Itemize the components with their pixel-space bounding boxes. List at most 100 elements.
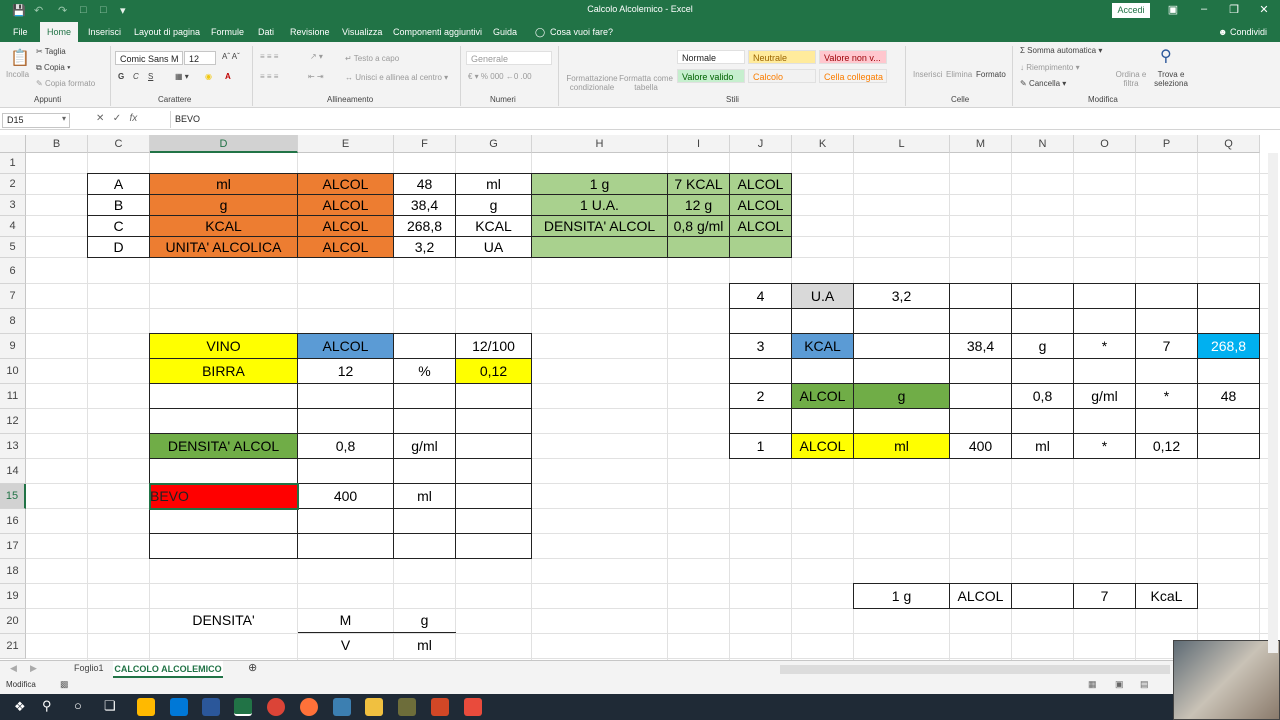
- cell-m19[interactable]: ALCOL: [949, 583, 1012, 609]
- cell-e11[interactable]: [297, 383, 394, 409]
- row-header-13[interactable]: 13: [0, 434, 26, 459]
- cell-e10[interactable]: 12: [297, 358, 394, 384]
- cell-e21[interactable]: V: [297, 633, 394, 659]
- add-sheet-icon[interactable]: ⊕: [248, 661, 257, 674]
- cell-h5[interactable]: [531, 236, 668, 258]
- tab-inserisci[interactable]: Inserisci: [88, 27, 121, 37]
- cell-o7[interactable]: [1073, 283, 1136, 309]
- cell-m11[interactable]: [949, 383, 1012, 409]
- grow-font-icon[interactable]: Aˆ Aˇ: [222, 52, 240, 61]
- row-header-12[interactable]: 12: [0, 409, 26, 434]
- cell-d14[interactable]: [149, 458, 298, 484]
- cell-f15[interactable]: ml: [393, 483, 456, 509]
- cell-i5[interactable]: [667, 236, 730, 258]
- align-left-icon[interactable]: ≡ ≡ ≡: [260, 72, 278, 81]
- cell-o10[interactable]: [1073, 358, 1136, 384]
- cell-g3[interactable]: g: [455, 194, 532, 216]
- search-taskbar-icon[interactable]: ⚲: [42, 698, 52, 714]
- cell-f2[interactable]: 48: [393, 173, 456, 195]
- cell-i2[interactable]: 7 KCAL: [667, 173, 730, 195]
- style-normale[interactable]: Normale: [677, 50, 745, 64]
- signin-button[interactable]: Accedi: [1112, 3, 1150, 18]
- cell-n9[interactable]: g: [1011, 333, 1074, 359]
- enter-icon[interactable]: ✓: [113, 113, 121, 124]
- row-header-11[interactable]: 11: [0, 384, 26, 409]
- wrap-text-button[interactable]: ↵ Testo a capo: [345, 54, 399, 63]
- cell-o19[interactable]: 7: [1073, 583, 1136, 609]
- cell-d20[interactable]: DENSITA': [149, 608, 298, 634]
- cell-c4[interactable]: C: [87, 215, 150, 237]
- cell-c3[interactable]: B: [87, 194, 150, 216]
- cell-k10[interactable]: [791, 358, 854, 384]
- font-size-select[interactable]: 12: [184, 51, 216, 65]
- cell-o11[interactable]: g/ml: [1073, 383, 1136, 409]
- cell-d12[interactable]: [149, 408, 298, 434]
- firefox-app-icon[interactable]: [300, 698, 318, 716]
- app-icon[interactable]: [333, 698, 351, 716]
- merge-center-button[interactable]: ↔ Unisci e allinea al centro ▾: [345, 73, 448, 82]
- column-header-g[interactable]: G: [456, 135, 532, 153]
- page-break-icon[interactable]: ▤: [1140, 679, 1149, 690]
- borders-icon[interactable]: ▦ ▾: [175, 72, 189, 81]
- mail-app-icon[interactable]: [170, 698, 188, 716]
- cell-p11[interactable]: *: [1135, 383, 1198, 409]
- cell-m8[interactable]: [949, 308, 1012, 334]
- tab-guida[interactable]: Guida: [493, 27, 517, 37]
- column-header-l[interactable]: L: [854, 135, 950, 153]
- cell-j13[interactable]: 1: [729, 433, 792, 459]
- chrome-app-icon[interactable]: [267, 698, 285, 716]
- normal-view-icon[interactable]: ▦: [1088, 679, 1097, 690]
- cell-e13[interactable]: 0,8: [297, 433, 394, 459]
- cell-j4[interactable]: ALCOL: [729, 215, 792, 237]
- spreadsheet-grid[interactable]: B C D E F G H I J K L M N O P Q 1 2 3 4 5 6 7 8 9 10 11 12 13 14 15 16 1…: [0, 135, 1268, 660]
- cell-l8[interactable]: [853, 308, 950, 334]
- cell-m7[interactable]: [949, 283, 1012, 309]
- cell-p7[interactable]: [1135, 283, 1198, 309]
- next-sheet-icon[interactable]: ▶: [30, 663, 37, 674]
- paste-button[interactable]: Incolla: [6, 70, 29, 79]
- cell-p12[interactable]: [1135, 408, 1198, 434]
- cell-l11[interactable]: g: [853, 383, 950, 409]
- bold-icon[interactable]: G: [118, 72, 124, 81]
- cortana-icon[interactable]: ○: [74, 698, 82, 713]
- page-layout-icon[interactable]: ▣: [1115, 679, 1124, 690]
- cell-l10[interactable]: [853, 358, 950, 384]
- style-neutrale[interactable]: Neutrale: [748, 50, 816, 64]
- app-icon[interactable]: [464, 698, 482, 716]
- cell-k8[interactable]: [791, 308, 854, 334]
- row-header-8[interactable]: 8: [0, 309, 26, 334]
- column-header-p[interactable]: P: [1136, 135, 1198, 153]
- row-header-3[interactable]: 3: [0, 195, 26, 216]
- row-header-5[interactable]: 5: [0, 237, 26, 258]
- orientation-icon[interactable]: ↗ ▾: [310, 52, 323, 61]
- cell-d10[interactable]: BIRRA: [149, 358, 298, 384]
- cell-n11[interactable]: 0,8: [1011, 383, 1074, 409]
- cell-o8[interactable]: [1073, 308, 1136, 334]
- cell-g11[interactable]: [455, 383, 532, 409]
- row-header-7[interactable]: 7: [0, 284, 26, 309]
- cell-f17[interactable]: [393, 533, 456, 559]
- row-header-14[interactable]: 14: [0, 459, 26, 484]
- cell-k11[interactable]: ALCOL: [791, 383, 854, 409]
- cell-k13[interactable]: ALCOL: [791, 433, 854, 459]
- cell-l9[interactable]: [853, 333, 950, 359]
- cell-f3[interactable]: 38,4: [393, 194, 456, 216]
- horizontal-scrollbar[interactable]: [780, 665, 1170, 674]
- currency-icon[interactable]: € ▾ % 000 ←0 .00: [468, 72, 532, 81]
- cell-d2[interactable]: ml: [149, 173, 298, 195]
- cell-o12[interactable]: [1073, 408, 1136, 434]
- column-header-h[interactable]: H: [532, 135, 668, 153]
- cell-p13[interactable]: 0,12: [1135, 433, 1198, 459]
- sort-filter-button[interactable]: Ordina e filtra: [1110, 70, 1152, 88]
- cell-g2[interactable]: ml: [455, 173, 532, 195]
- cell-e5[interactable]: ALCOL: [297, 236, 394, 258]
- cell-e9[interactable]: ALCOL: [297, 333, 394, 359]
- cell-g13[interactable]: [455, 433, 532, 459]
- cell-m10[interactable]: [949, 358, 1012, 384]
- cell-l7[interactable]: 3,2: [853, 283, 950, 309]
- row-header-9[interactable]: 9: [0, 334, 26, 359]
- cell-d17[interactable]: [149, 533, 298, 559]
- column-header-q[interactable]: Q: [1198, 135, 1260, 153]
- cell-p10[interactable]: [1135, 358, 1198, 384]
- cell-e15[interactable]: 400: [297, 483, 394, 509]
